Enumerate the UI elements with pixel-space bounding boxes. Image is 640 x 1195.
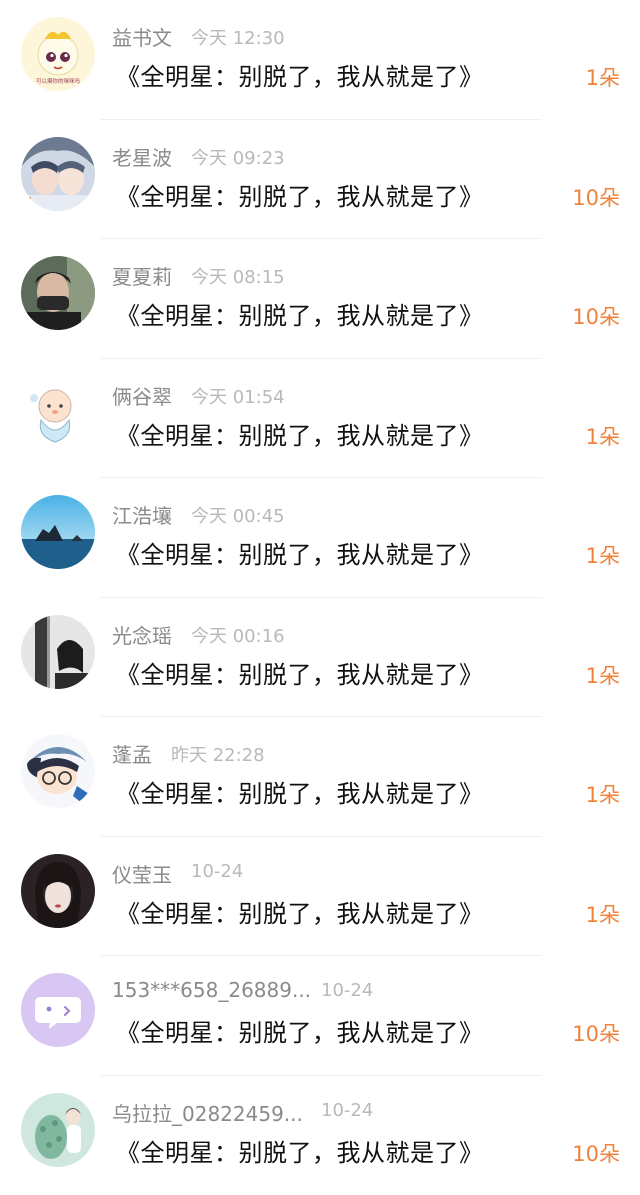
book-title[interactable]: 《全明星：别脱了，我从就是了》 xyxy=(116,894,484,929)
chat-bubble-avatar-icon xyxy=(21,973,95,1047)
list-item[interactable]: 光念瑶 今天 00:16 《全明星：别脱了，我从就是了》 1朵 xyxy=(0,598,640,718)
avatar[interactable] xyxy=(21,615,95,689)
timestamp: 昨天 22:28 xyxy=(171,741,265,767)
flower-count: 1朵 xyxy=(586,660,620,690)
username[interactable]: 江浩壤 xyxy=(112,500,172,529)
timestamp: 今天 08:15 xyxy=(191,263,285,289)
avatar[interactable] xyxy=(21,495,95,569)
timestamp: 10-24 xyxy=(321,980,373,1001)
list-item[interactable]: 乌拉拉_02822459... 10-24 《全明星：别脱了，我从就是了》 10… xyxy=(0,1076,640,1195)
username[interactable]: 乌拉拉_02822459... xyxy=(112,1098,303,1127)
username[interactable]: 153***658_26889... xyxy=(112,978,311,1002)
flower-count: 1朵 xyxy=(586,62,620,92)
plant-illustration-avatar-icon xyxy=(21,1093,95,1167)
bw-portrait-avatar-icon xyxy=(21,615,95,689)
avatar[interactable] xyxy=(21,973,95,1047)
seascape-avatar-icon xyxy=(21,495,95,569)
flower-count: 10朵 xyxy=(572,1018,620,1048)
book-title[interactable]: 《全明星：别脱了，我从就是了》 xyxy=(116,296,484,331)
masked-man-avatar-icon xyxy=(21,256,95,330)
flower-count: 10朵 xyxy=(572,182,620,212)
flower-count: 1朵 xyxy=(586,779,620,809)
username[interactable]: 老星波 xyxy=(112,142,172,171)
avatar[interactable] xyxy=(21,734,95,808)
list-item[interactable]: 仪莹玉 10-24 《全明星：别脱了，我从就是了》 1朵 xyxy=(0,837,640,957)
book-title[interactable]: 《全明星：别脱了，我从就是了》 xyxy=(116,177,484,212)
timestamp: 今天 00:45 xyxy=(191,502,285,528)
list-item[interactable]: 江浩壤 今天 00:45 《全明星：别脱了，我从就是了》 1朵 xyxy=(0,478,640,598)
username[interactable]: 俩谷翠 xyxy=(112,381,172,410)
flower-count: 1朵 xyxy=(586,540,620,570)
book-title[interactable]: 《全明星：别脱了，我从就是了》 xyxy=(116,655,484,690)
timestamp: 10-24 xyxy=(321,1100,373,1121)
book-title[interactable]: 《全明星：别脱了，我从就是了》 xyxy=(116,1133,484,1168)
flower-count: 1朵 xyxy=(586,899,620,929)
timestamp: 今天 01:54 xyxy=(191,383,285,409)
comment-list: 可以摸你的咪咪吗 益书文 今天 12:30 《全明星：别脱了，我从就是了》 1朵… xyxy=(0,0,640,1179)
list-item[interactable]: 可以摸你的咪咪吗 益书文 今天 12:30 《全明星：别脱了，我从就是了》 1朵 xyxy=(0,0,640,120)
list-item[interactable]: 蓬孟 昨天 22:28 《全明星：别脱了，我从就是了》 1朵 xyxy=(0,717,640,837)
timestamp: 今天 12:30 xyxy=(191,24,285,50)
avatar[interactable] xyxy=(21,376,95,450)
avatar[interactable] xyxy=(21,1093,95,1167)
cartoon-bun-avatar-icon: 可以摸你的咪咪吗 xyxy=(21,17,95,91)
anime-boys-avatar-icon xyxy=(21,137,95,211)
username[interactable]: 仪莹玉 xyxy=(112,859,172,888)
anime-detective-avatar-icon xyxy=(21,734,95,808)
list-item[interactable]: 老星波 今天 09:23 《全明星：别脱了，我从就是了》 10朵 xyxy=(0,120,640,240)
flower-count: 1朵 xyxy=(586,421,620,451)
avatar-badge: 可以摸你的咪咪吗 xyxy=(36,77,81,85)
timestamp: 今天 00:16 xyxy=(191,622,285,648)
flower-count: 10朵 xyxy=(572,1138,620,1168)
username[interactable]: 夏夏莉 xyxy=(112,261,172,290)
avatar[interactable]: 可以摸你的咪咪吗 xyxy=(21,17,95,91)
list-item[interactable]: 俩谷翠 今天 01:54 《全明星：别脱了，我从就是了》 1朵 xyxy=(0,359,640,479)
username[interactable]: 光念瑶 xyxy=(112,620,172,649)
username[interactable]: 益书文 xyxy=(112,22,172,51)
username[interactable]: 蓬孟 xyxy=(112,739,152,768)
timestamp: 今天 09:23 xyxy=(191,144,285,170)
flower-count: 10朵 xyxy=(572,301,620,331)
book-title[interactable]: 《全明星：别脱了，我从就是了》 xyxy=(116,416,484,451)
cartoon-baby-avatar-icon xyxy=(21,376,95,450)
timestamp: 10-24 xyxy=(191,861,243,882)
book-title[interactable]: 《全明星：别脱了，我从就是了》 xyxy=(116,774,484,809)
list-item[interactable]: 夏夏莉 今天 08:15 《全明星：别脱了，我从就是了》 10朵 xyxy=(0,239,640,359)
list-item[interactable]: 153***658_26889... 10-24 《全明星：别脱了，我从就是了》… xyxy=(0,956,640,1076)
book-title[interactable]: 《全明星：别脱了，我从就是了》 xyxy=(116,57,484,92)
girl-portrait-avatar-icon xyxy=(21,854,95,928)
avatar[interactable] xyxy=(21,854,95,928)
avatar[interactable] xyxy=(21,137,95,211)
book-title[interactable]: 《全明星：别脱了，我从就是了》 xyxy=(116,1013,484,1048)
book-title[interactable]: 《全明星：别脱了，我从就是了》 xyxy=(116,535,484,570)
avatar[interactable] xyxy=(21,256,95,330)
